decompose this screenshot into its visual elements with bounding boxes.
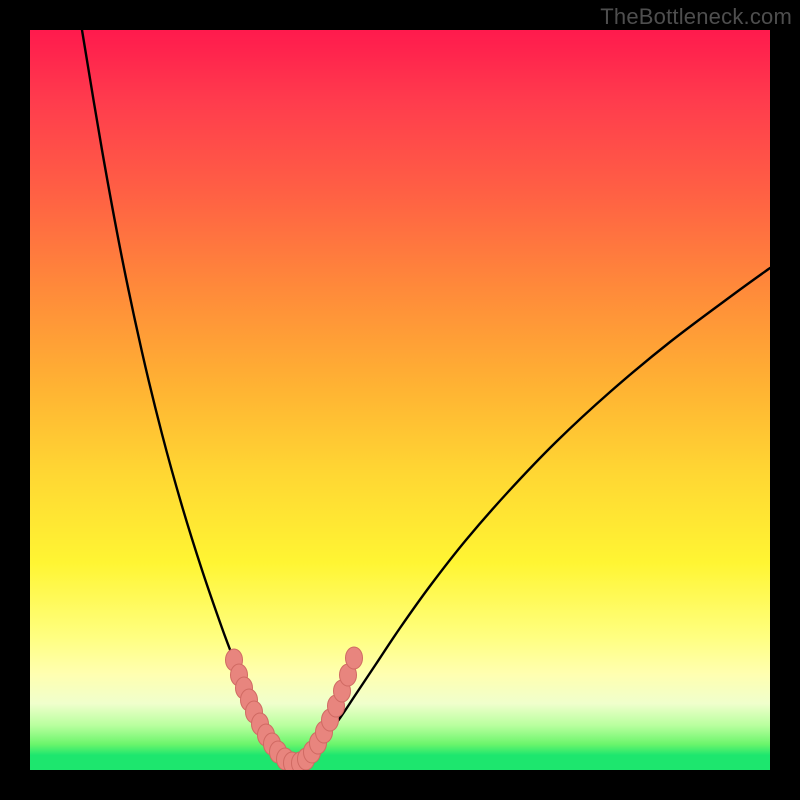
outer-frame: TheBottleneck.com: [0, 0, 800, 800]
watermark-text: TheBottleneck.com: [600, 4, 792, 30]
marker-cluster: [226, 647, 363, 770]
marker-bead: [346, 647, 363, 669]
plot-area: [30, 30, 770, 770]
bottleneck-curve: [82, 30, 770, 765]
v-curve: [82, 30, 770, 765]
curve-layer: [30, 30, 770, 770]
